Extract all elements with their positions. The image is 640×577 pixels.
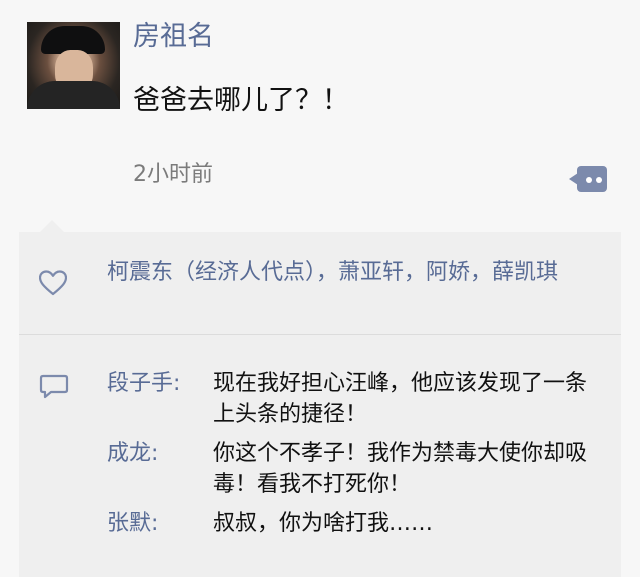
moments-post: 房祖名 爸爸去哪儿了？！ 2小时前 柯震东（经济人代点），萧亚轩，阿娇，薛凯琪 … (0, 0, 640, 577)
comment-icon (39, 374, 69, 399)
comment-author[interactable]: 成龙: (107, 438, 207, 469)
comment-item[interactable]: 张默: 叔叔，你为啥打我…… (107, 508, 607, 539)
more-dot-icon (586, 177, 592, 183)
post-content: 爸爸去哪儿了？！ (133, 85, 349, 116)
post-time: 2小时前 (133, 162, 213, 187)
post-username[interactable]: 房祖名 (133, 18, 214, 56)
comment-text: 你这个不孝子！我作为禁毒大使你却吸毒！看我不打死你！ (213, 441, 588, 497)
comment-author[interactable]: 张默: (107, 508, 207, 539)
comment-item[interactable]: 段子手: 现在我好担心汪峰，他应该发现了一条上头条的捷径！ (107, 368, 607, 430)
avatar[interactable] (27, 22, 120, 109)
panel-notch (40, 220, 64, 232)
interaction-panel: 柯震东（经济人代点），萧亚轩，阿娇，薛凯琪 段子手: 现在我好担心汪峰，他应该发… (19, 232, 621, 577)
likes-row: 柯震东（经济人代点），萧亚轩，阿娇，薛凯琪 (19, 232, 621, 334)
divider (19, 334, 621, 335)
comment-text: 现在我好担心汪峰，他应该发现了一条上头条的捷径！ (213, 371, 588, 427)
comment-text: 叔叔，你为啥打我…… (213, 511, 434, 536)
heart-icon (39, 270, 67, 296)
more-icon (577, 166, 607, 192)
comment-author[interactable]: 段子手: (107, 368, 207, 399)
likes-names[interactable]: 柯震东（经济人代点），萧亚轩，阿娇，薛凯琪 (107, 258, 597, 287)
more-dot-icon (596, 177, 602, 183)
comment-item[interactable]: 成龙: 你这个不孝子！我作为禁毒大使你却吸毒！看我不打死你！ (107, 438, 607, 500)
more-button[interactable] (569, 164, 607, 194)
avatar-hood (27, 81, 120, 109)
